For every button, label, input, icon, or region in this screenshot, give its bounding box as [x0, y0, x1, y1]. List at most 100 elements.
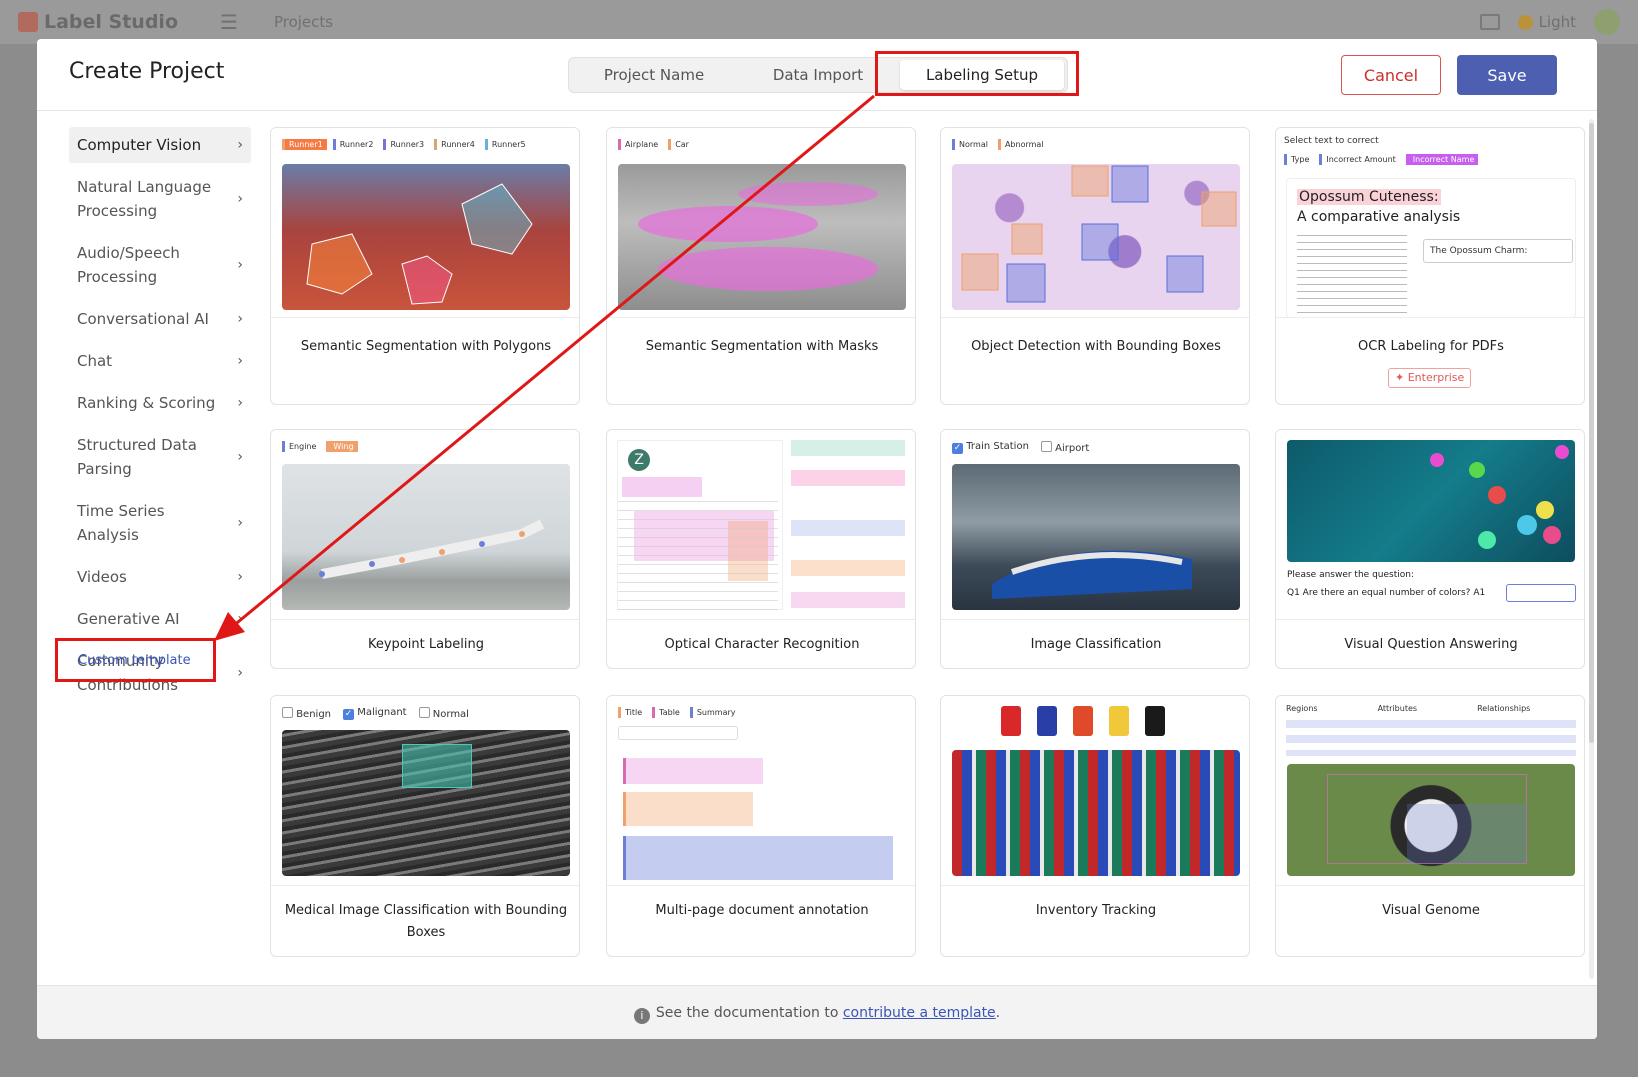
template-card[interactable]: Regions Attributes Relationships Visual …	[1275, 695, 1585, 957]
grid-scrollbar[interactable]	[1589, 119, 1594, 979]
sidebar-item-structured-data[interactable]: Structured Data Parsing ›	[69, 427, 251, 487]
template-card[interactable]: Airplane Car Semantic Segmentation with …	[606, 127, 916, 405]
label-tag: Runner1	[282, 139, 327, 150]
choice-benign[interactable]: Benign	[282, 707, 331, 720]
genome-columns: Regions Attributes Relationships	[1286, 704, 1531, 713]
invoice-preview: Z	[617, 440, 783, 611]
ocr-body-text	[1297, 235, 1407, 315]
label-tags: Engine Wing	[282, 441, 358, 452]
sidebar-item-generative-ai[interactable]: Generative AI ›	[69, 601, 251, 637]
vqa-question-header: Please answer the question:	[1287, 570, 1414, 580]
enterprise-badge: ✦ Enterprise	[1388, 368, 1472, 388]
template-card[interactable]: Engine Wing Keypoint Labeling	[270, 429, 580, 669]
label-tags: Normal Abnormal	[952, 139, 1048, 150]
scrollbar-thumb[interactable]	[1589, 123, 1594, 743]
sidebar-item-nlp[interactable]: Natural Language Processing ›	[69, 169, 251, 229]
sun-icon	[1517, 15, 1533, 30]
save-button[interactable]: Save	[1457, 55, 1557, 95]
label-tag: Runner3	[383, 139, 429, 150]
sidebar-item-ranking[interactable]: Ranking & Scoring ›	[69, 385, 251, 421]
title-region	[623, 758, 763, 784]
airplanes-image	[618, 164, 906, 310]
label-tag: Incorrect Name	[1405, 154, 1479, 165]
card-preview: Runner1 Runner2 Runner3 Runner4 Runner5	[271, 128, 579, 318]
product-can-icon	[1073, 706, 1093, 736]
genome-region-list	[1286, 716, 1576, 756]
choice-airport[interactable]: Airport	[1040, 441, 1089, 454]
sidebar-item-videos[interactable]: Videos ›	[69, 559, 251, 595]
modal-title: Create Project	[69, 59, 225, 84]
card-preview: Normal Abnormal	[941, 128, 1249, 318]
label-choices: ✓ Train Station Airport	[952, 441, 1089, 454]
template-card[interactable]: Title Table Summary Multi-page document …	[606, 695, 916, 957]
card-preview	[941, 696, 1249, 886]
label-tag: Normal	[952, 139, 992, 150]
product-cola-icon	[1001, 706, 1021, 736]
page-pagination[interactable]	[618, 726, 738, 740]
sidebar-item-time-series[interactable]: Time Series Analysis ›	[69, 493, 251, 553]
template-card[interactable]: Runner1 Runner2 Runner3 Runner4 Runner5 …	[270, 127, 580, 405]
card-preview: Airplane Car	[607, 128, 915, 318]
template-card[interactable]: Inventory Tracking	[940, 695, 1250, 957]
ocr-highlighted-title: Opossum Cuteness:	[1297, 189, 1441, 205]
ocr-transcription-list	[791, 440, 905, 610]
sidebar-item-audio[interactable]: Audio/Speech Processing ›	[69, 235, 251, 295]
background-topbar: Label Studio ☰ Projects Light	[0, 0, 1638, 44]
app-name: Label Studio	[44, 11, 179, 33]
ocr-preview-header: Select text to correct	[1284, 136, 1379, 146]
vqa-answer-input[interactable]	[1506, 584, 1576, 602]
table-region	[623, 792, 753, 826]
card-preview: Select text to correct Type Incorrect Am…	[1276, 128, 1584, 318]
label-tag: Car	[668, 139, 693, 150]
choice-normal[interactable]: Normal	[418, 707, 469, 720]
contribute-template-link[interactable]: contribute a template	[843, 1005, 996, 1021]
panda-image	[1287, 764, 1575, 876]
chevron-right-icon: ›	[237, 611, 243, 627]
label-tag: Type	[1284, 154, 1314, 165]
user-avatar	[1594, 9, 1620, 35]
modal-header: Create Project Project Name Data Import …	[37, 39, 1597, 111]
label-tags: Title Table Summary	[618, 707, 740, 718]
card-preview: Benign ✓ Malignant Normal	[271, 696, 579, 886]
template-card[interactable]: ✓ Train Station Airport Image Classifica…	[940, 429, 1250, 669]
template-card[interactable]: Z Optical Character Recognition	[606, 429, 916, 669]
window-icon	[1479, 14, 1500, 30]
sidebar-item-computer-vision[interactable]: Computer Vision ›	[69, 127, 251, 163]
product-monster-icon	[1145, 706, 1165, 736]
chevron-right-icon: ›	[237, 137, 243, 153]
label-tag: Title	[618, 707, 647, 718]
choice-train-station[interactable]: ✓ Train Station	[952, 441, 1029, 454]
bbox-overlay	[961, 165, 1237, 303]
cancel-button[interactable]: Cancel	[1341, 55, 1441, 95]
custom-template-link[interactable]: Custom template	[55, 638, 216, 682]
template-card[interactable]: Benign ✓ Malignant Normal Medical Image …	[270, 695, 580, 957]
ocr-correction-field: The Opossum Charm:	[1423, 239, 1573, 263]
theme-toggle: Light	[1517, 13, 1576, 31]
label-tag: Airplane	[618, 139, 663, 150]
checkbox-icon	[282, 707, 293, 718]
choice-malignant[interactable]: ✓ Malignant	[343, 707, 407, 720]
sidebar-item-conversational-ai[interactable]: Conversational AI ›	[69, 301, 251, 337]
label-tag: Abnormal	[997, 139, 1048, 150]
template-card[interactable]: Normal Abnormal Object Detection with Bo…	[940, 127, 1250, 405]
app-logo: Label Studio	[18, 11, 178, 33]
template-card[interactable]: Select text to correct Type Incorrect Am…	[1275, 127, 1585, 405]
card-title: Inventory Tracking	[1035, 903, 1157, 918]
card-title: Semantic Segmentation with Masks	[645, 339, 879, 354]
create-project-modal: Create Project Project Name Data Import …	[37, 39, 1597, 1039]
polygon-overlay	[306, 183, 533, 305]
ultrasound-image	[282, 730, 570, 876]
template-card[interactable]: Please answer the question: Q1 Are there…	[1275, 429, 1585, 669]
sidebar-item-chat[interactable]: Chat ›	[69, 343, 251, 379]
tab-project-name[interactable]: Project Name	[572, 60, 736, 90]
hamburger-menu-icon: ☰	[220, 10, 238, 34]
keypoint-overlay	[319, 519, 545, 579]
blood-cells-image	[952, 164, 1240, 310]
label-tag: Runner2	[332, 139, 378, 150]
card-preview: Z	[607, 430, 915, 620]
card-title: Visual Genome	[1382, 903, 1480, 918]
label-tag: Summary	[689, 707, 740, 718]
invoice-logo-icon: Z	[628, 449, 650, 471]
chevron-right-icon: ›	[237, 449, 243, 465]
label-tag: Table	[652, 707, 684, 718]
